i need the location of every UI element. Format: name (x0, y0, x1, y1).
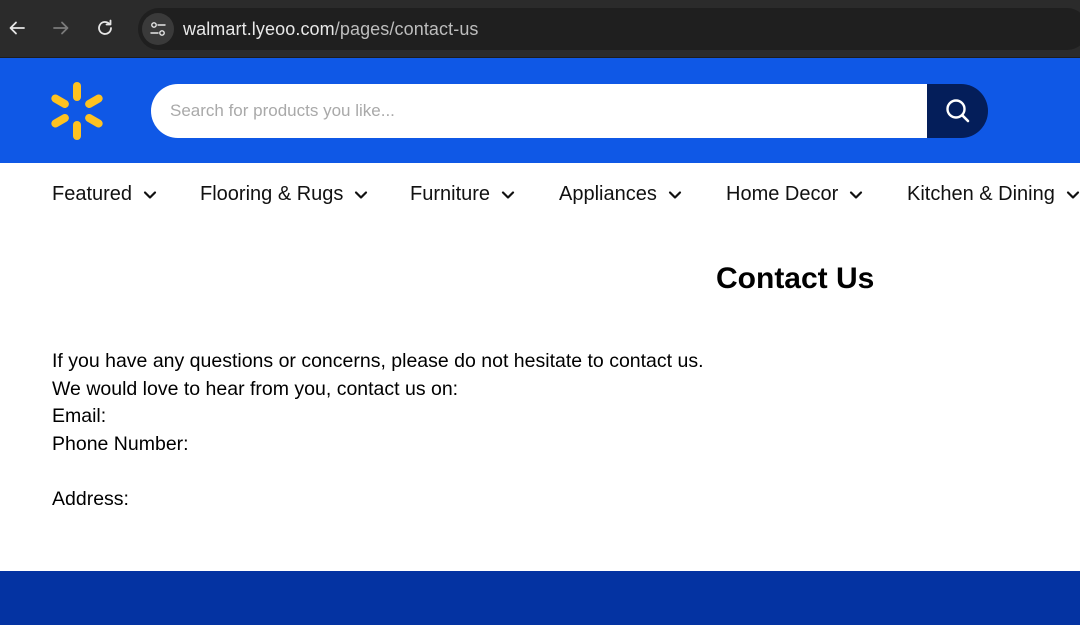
url-host: walmart.lyeoo.com (183, 19, 335, 39)
search-bar (151, 84, 988, 138)
site-settings-icon[interactable] (142, 13, 174, 45)
nav-item-furniture[interactable]: Furniture (410, 183, 515, 206)
nav-item-appliances[interactable]: Appliances (559, 183, 682, 206)
walmart-spark-logo-icon[interactable] (50, 82, 104, 140)
chevron-down-icon (143, 190, 157, 199)
browser-toolbar: walmart.lyeoo.com/pages/contact-us (0, 0, 1080, 58)
contact-content: If you have any questions or concerns, p… (52, 348, 704, 513)
chevron-down-icon (1066, 190, 1079, 199)
chevron-down-icon (501, 190, 515, 199)
search-button[interactable] (927, 84, 988, 138)
nav-item-home-decor[interactable]: Home Decor (726, 183, 863, 206)
url-text[interactable]: walmart.lyeoo.com/pages/contact-us (183, 19, 479, 40)
search-input[interactable] (151, 84, 927, 138)
forward-arrow-icon[interactable] (47, 14, 75, 42)
chevron-down-icon (668, 190, 681, 199)
site-header (0, 58, 1080, 163)
contact-intro-line: If you have any questions or concerns, p… (52, 350, 704, 372)
nav-item-kitchen-dining[interactable]: Kitchen & Dining (907, 183, 1080, 206)
nav-item-flooring-rugs[interactable]: Flooring & Rugs (200, 183, 368, 206)
chevron-down-icon (850, 190, 863, 199)
contact-phone-label: Phone Number: (52, 432, 189, 455)
contact-address-label: Address: (52, 487, 129, 510)
nav-item-label: Kitchen & Dining (907, 183, 1055, 205)
nav-item-label: Furniture (410, 183, 491, 205)
nav-item-label: Appliances (559, 183, 657, 205)
nav-item-featured[interactable]: Featured (52, 183, 157, 206)
nav-item-label: Home Decor (726, 183, 839, 205)
url-path: /pages/contact-us (334, 19, 479, 39)
site-footer (0, 571, 1080, 625)
page-title: Contact Us (716, 262, 875, 295)
contact-email-label: Email: (52, 405, 107, 427)
nav-item-label: Flooring & Rugs (200, 183, 344, 205)
address-bar[interactable]: walmart.lyeoo.com/pages/contact-us (138, 8, 1080, 50)
reload-icon[interactable] (91, 14, 119, 42)
nav-item-label: Featured (52, 183, 133, 205)
category-nav: Featured Flooring & Rugs Furniture Appli… (0, 163, 1080, 229)
contact-invite-line: We would love to hear from you, contact … (52, 377, 459, 400)
back-arrow-icon[interactable] (3, 14, 31, 42)
search-icon (945, 99, 969, 123)
chevron-down-icon (355, 190, 368, 199)
